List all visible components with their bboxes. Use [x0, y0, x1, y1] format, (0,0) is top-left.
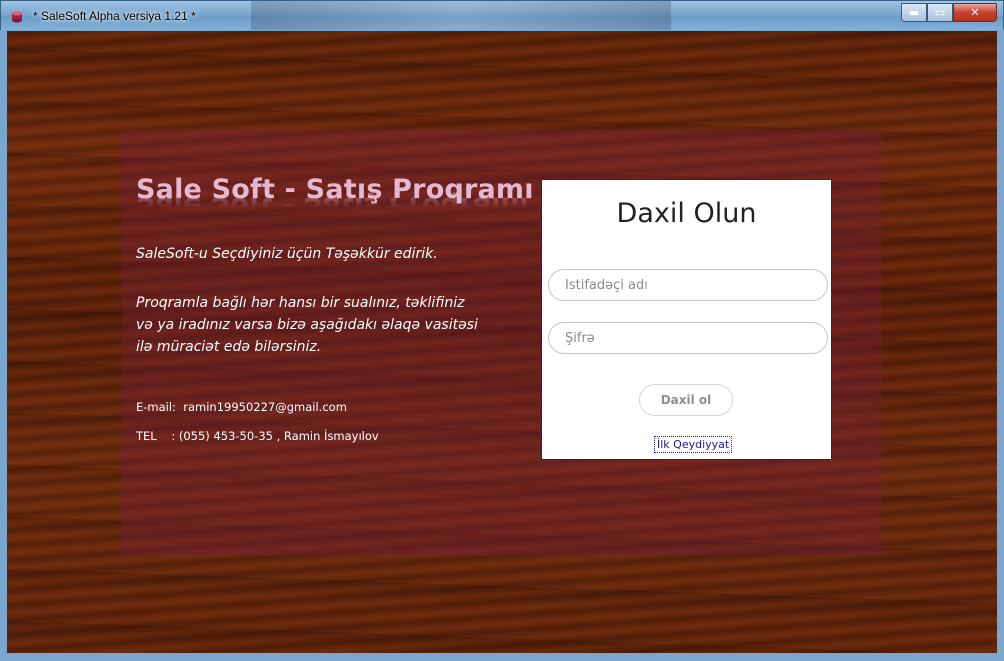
window-controls: ▬ ▭ ✕: [901, 3, 997, 23]
description-line: ilə müraciət edə bilərsiniz.: [136, 339, 322, 355]
login-card: Daxil Olun Daxil ol İlk Qeydiyyat: [541, 179, 832, 460]
email-contact: E-mail: ramin19950227@gmail.com: [136, 400, 347, 414]
maximize-button[interactable]: ▭: [927, 3, 953, 22]
window-titlebar[interactable]: * SaleSoft Alpha versiya 1.21 * ▬ ▭ ✕: [0, 0, 1004, 31]
main-content: Sale Soft - Satış Proqramı Sale Soft - S…: [7, 31, 997, 653]
thanks-text: SaleSoft-u Seçdiyiniz üçün Təşəkkür edir…: [136, 246, 438, 262]
password-input[interactable]: [548, 322, 828, 354]
login-button[interactable]: Daxil ol: [639, 384, 733, 416]
description-line: və ya iradınız varsa bizə aşağıdakı əlaq…: [136, 317, 478, 333]
phone-value: (055) 453-50-35 , Ramin İsmayılov: [178, 429, 379, 443]
minimize-icon: ▬: [908, 6, 920, 19]
app-heading-reflection: Sale Soft - Satış Proqramı: [136, 190, 529, 208]
app-heading-reflection-text: Sale Soft - Satış Proqramı: [136, 191, 529, 208]
email-value: ramin19950227@gmail.com: [183, 400, 347, 414]
phone-contact: TEL : (055) 453-50-35 , Ramin İsmayılov: [136, 429, 379, 443]
window-title: * SaleSoft Alpha versiya 1.21 *: [33, 9, 196, 23]
description-line: Proqramla bağlı hər hansı bir sualınız, …: [136, 295, 465, 311]
minimize-button[interactable]: ▬: [901, 3, 927, 22]
close-button[interactable]: ✕: [953, 3, 997, 22]
login-title: Daxil Olun: [616, 198, 757, 229]
close-icon: ✕: [970, 6, 980, 19]
maximize-icon: ▭: [934, 6, 946, 19]
register-link[interactable]: İlk Qeydiyyat: [654, 436, 733, 453]
titlebar-background-strip: [251, 1, 671, 31]
email-label: E-mail:: [136, 400, 176, 414]
app-icon: [12, 11, 22, 23]
username-input[interactable]: [548, 269, 828, 301]
phone-label: TEL :: [136, 429, 176, 443]
description-text: Proqramla bağlı hər hansı bir sualınız, …: [136, 292, 496, 358]
